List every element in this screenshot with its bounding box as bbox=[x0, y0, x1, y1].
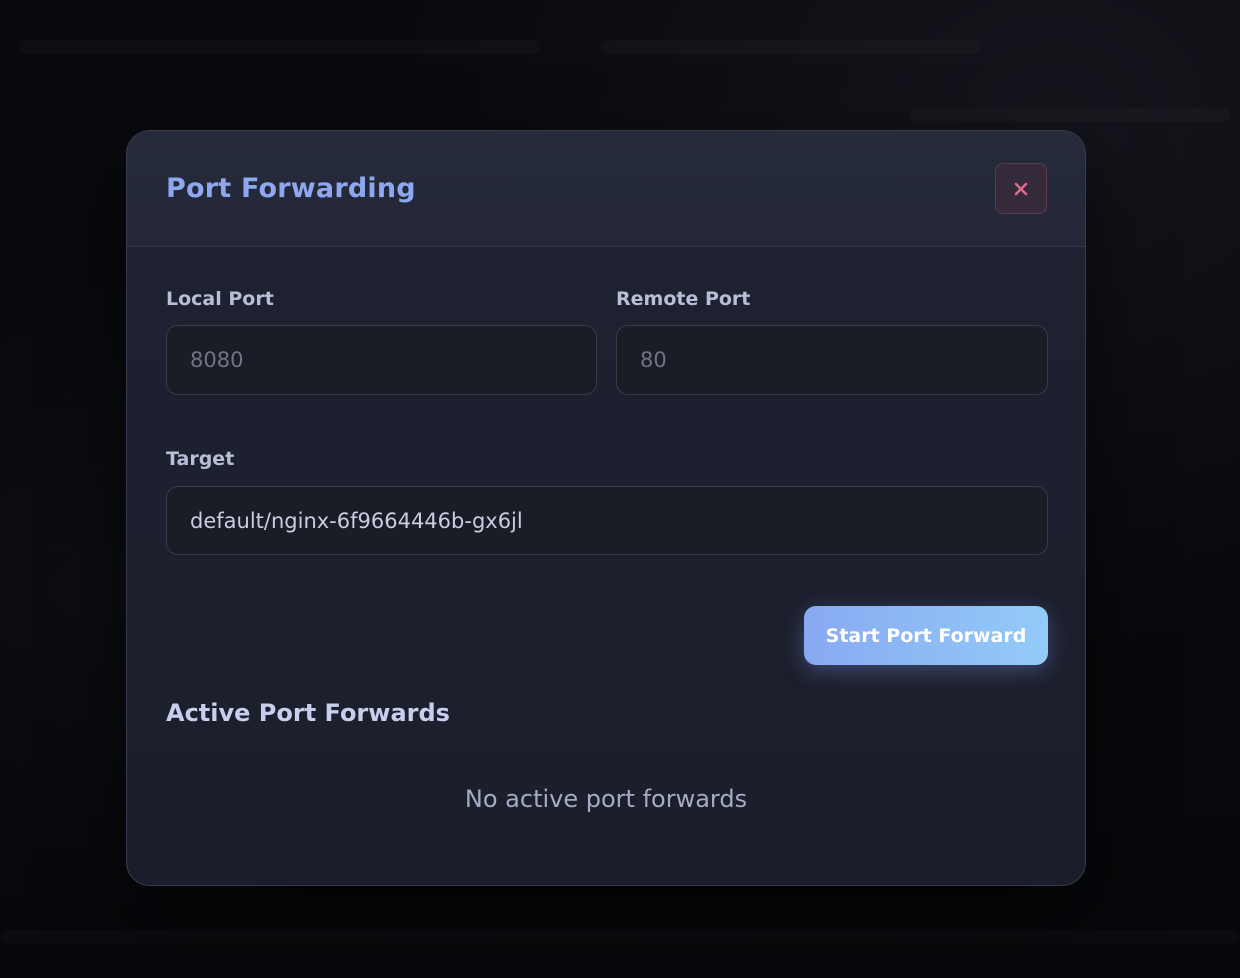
blurred-background-content bbox=[600, 40, 980, 54]
blurred-background-content bbox=[910, 108, 1230, 122]
close-icon bbox=[1014, 182, 1028, 195]
target-label: Target bbox=[166, 448, 235, 470]
active-forwards-heading: Active Port Forwards bbox=[166, 699, 450, 727]
local-port-label: Local Port bbox=[166, 288, 274, 310]
blurred-background-content bbox=[0, 930, 1240, 944]
target-input[interactable]: default/nginx-6f9664446b-gx6jl bbox=[166, 486, 1048, 555]
port-forwarding-dialog: Port Forwarding Local Port 8080 Remote P… bbox=[126, 130, 1086, 886]
start-port-forward-button[interactable]: Start Port Forward bbox=[804, 606, 1048, 665]
local-port-input[interactable]: 8080 bbox=[166, 325, 597, 395]
blurred-background-content bbox=[20, 40, 540, 54]
dialog-header: Port Forwarding bbox=[127, 131, 1085, 247]
remote-port-input[interactable]: 80 bbox=[616, 325, 1048, 395]
empty-state-message: No active port forwards bbox=[464, 785, 748, 813]
remote-port-label: Remote Port bbox=[616, 288, 751, 310]
close-button[interactable] bbox=[995, 163, 1047, 214]
dialog-title: Port Forwarding bbox=[166, 173, 416, 204]
